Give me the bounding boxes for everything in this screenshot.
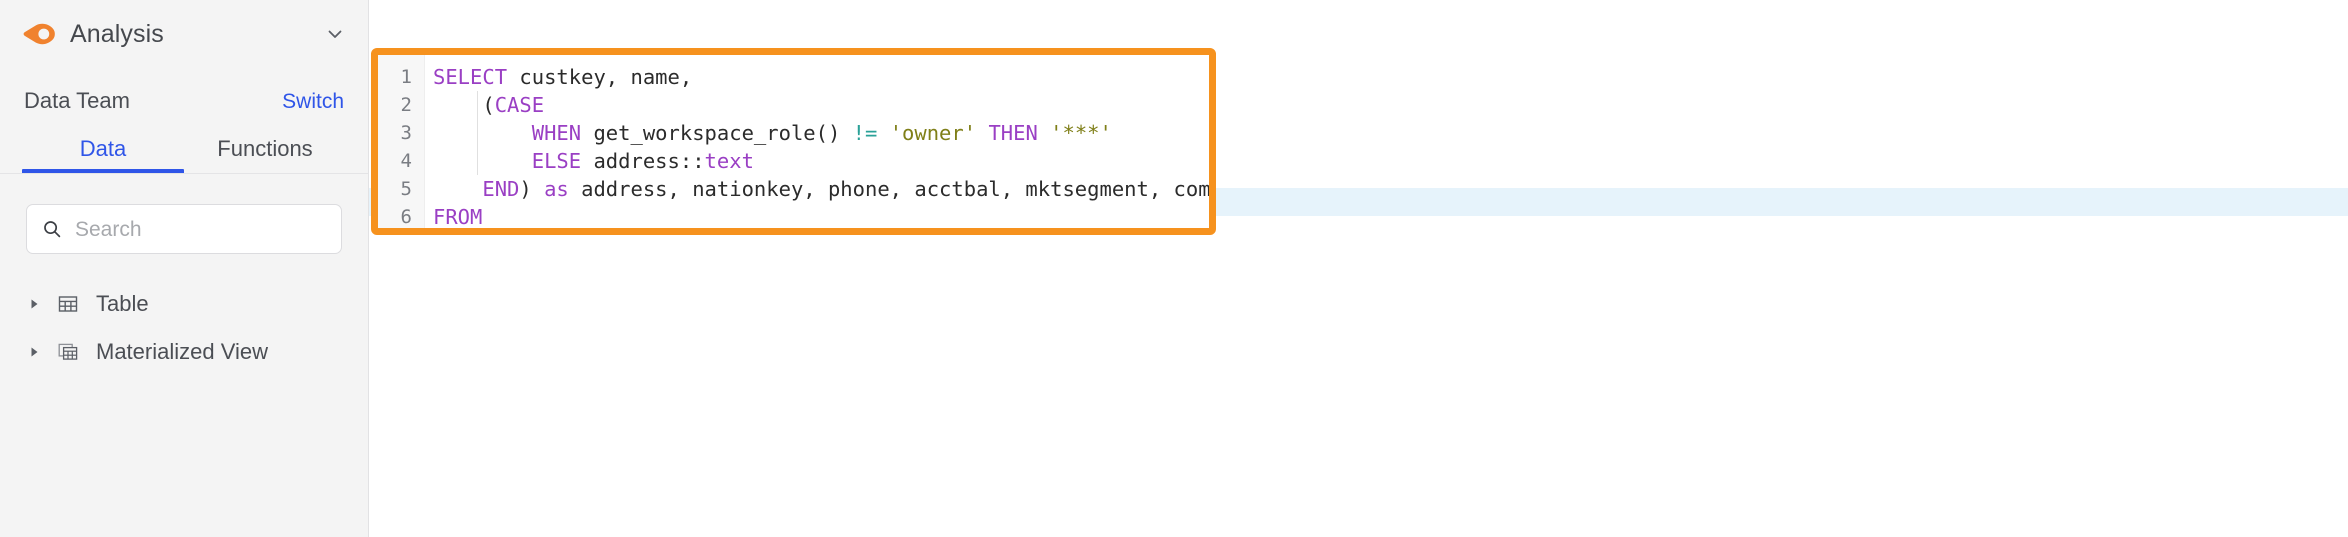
line-number: 2	[400, 94, 412, 116]
workspace-header[interactable]: Analysis	[0, 0, 368, 68]
indent-guide	[477, 91, 478, 175]
search-container: Search	[0, 174, 368, 254]
tab-data[interactable]: Data	[22, 138, 184, 174]
code-token: text	[704, 149, 754, 173]
code-line[interactable]: END) as address, nationkey, phone, acctb…	[425, 175, 1216, 203]
tab-functions-label: Functions	[217, 136, 313, 161]
search-icon	[41, 218, 63, 240]
code-token: customer_27487	[433, 233, 655, 235]
code-token: END	[482, 177, 520, 201]
sidebar: Analysis Data Team Switch Data Functions	[0, 0, 369, 537]
line-number: 6	[400, 206, 412, 228]
tab-data-label: Data	[79, 136, 127, 161]
materialized-view-icon	[56, 340, 80, 364]
workspace-title: Analysis	[70, 19, 164, 48]
line-number-active: 7	[378, 231, 424, 235]
code-token: !=	[852, 121, 878, 145]
code-surface[interactable]: 1 2 3 4 5 6 7 SELECT custkey, name, (CAS…	[378, 55, 1209, 228]
code-line[interactable]: WHEN get_workspace_role() != 'owner' THE…	[425, 119, 1209, 147]
code-token: 'owner'	[889, 121, 977, 145]
code-line-active[interactable]: customer_27487	[425, 231, 1216, 235]
app-root: Analysis Data Team Switch Data Functions	[0, 0, 2348, 537]
code-line[interactable]: SELECT custkey, name,	[425, 63, 1209, 91]
object-tree: Table Materialized View	[0, 254, 368, 376]
code-token: CASE	[494, 93, 545, 117]
tree-item-materialized-view-label: Materialized View	[96, 339, 269, 364]
code-token: address, nationkey, phone, acctbal, mkts…	[568, 177, 1216, 201]
triangle-right-icon[interactable]	[26, 296, 42, 312]
code-lines[interactable]: SELECT custkey, name, (CASE WHEN get_wor…	[425, 55, 1216, 229]
search-input[interactable]: Search	[26, 204, 342, 254]
code-token: '***'	[1050, 121, 1112, 145]
switch-team-link[interactable]: Switch	[282, 91, 344, 112]
sql-editor-area[interactable]: 1 2 3 4 5 6 7 SELECT custkey, name, (CAS…	[369, 0, 2348, 537]
analysis-teardrop-logo-icon	[22, 17, 56, 51]
code-line[interactable]: ELSE address::text	[425, 147, 1209, 175]
triangle-right-icon[interactable]	[26, 344, 42, 360]
team-name: Data Team	[24, 88, 130, 113]
tabs-divider	[0, 173, 368, 174]
code-token: custkey, name,	[507, 65, 693, 89]
code-token: get_workspace_role()	[581, 121, 853, 145]
table-grid-icon	[56, 292, 80, 316]
team-row: Data Team Switch	[0, 68, 368, 113]
code-token: FROM	[433, 205, 483, 229]
code-token: THEN	[988, 121, 1038, 145]
tree-item-table-label: Table	[96, 291, 149, 316]
tab-functions[interactable]: Functions	[184, 138, 346, 174]
code-token: as	[544, 177, 569, 201]
code-highlight-box: 1 2 3 4 5 6 7 SELECT custkey, name, (CAS…	[371, 48, 1216, 235]
code-token: (	[433, 93, 495, 117]
line-number: 1	[400, 66, 412, 88]
tree-item-materialized-view[interactable]: Materialized View	[0, 328, 368, 376]
code-token: ELSE	[531, 149, 582, 173]
code-token: SELECT	[433, 65, 508, 89]
text-caret	[654, 234, 656, 235]
tree-item-table[interactable]: Table	[0, 280, 368, 328]
sidebar-tabs: Data Functions	[0, 138, 368, 174]
line-number: 5	[400, 178, 412, 200]
code-token: WHEN	[531, 121, 582, 145]
code-token: )	[519, 177, 545, 201]
code-line[interactable]: FROM	[425, 203, 1209, 229]
line-number: 4	[400, 150, 412, 172]
line-number: 3	[400, 122, 412, 144]
code-token: address::	[581, 149, 705, 173]
chevron-down-icon[interactable]	[324, 23, 346, 45]
line-number-gutter: 1 2 3 4 5 6 7	[378, 55, 425, 228]
code-line[interactable]: (CASE	[425, 91, 1209, 119]
search-placeholder: Search	[75, 217, 142, 241]
